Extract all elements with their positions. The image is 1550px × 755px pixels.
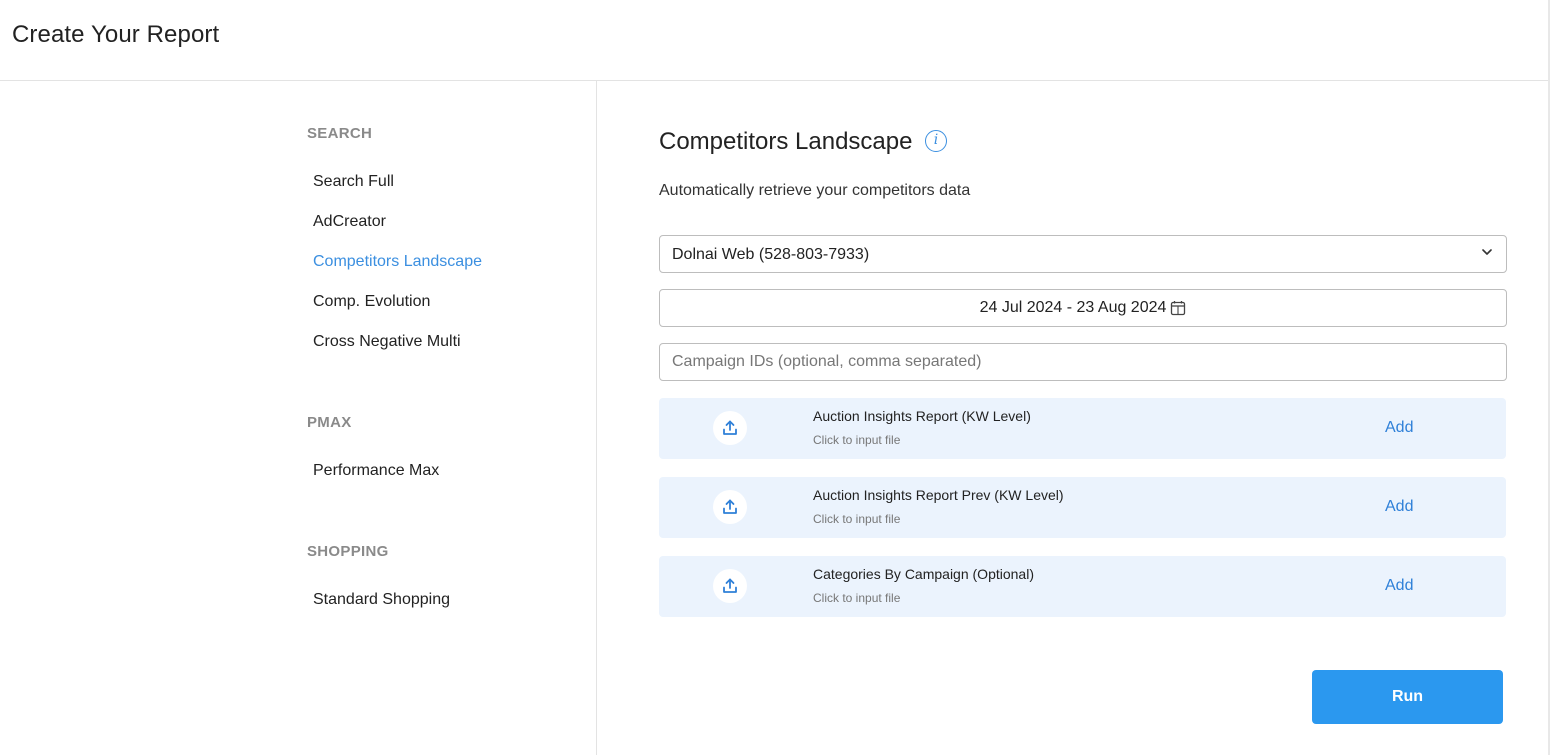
page-title: Create Your Report <box>12 21 220 48</box>
sidebar-item-performance-max[interactable]: Performance Max <box>313 462 439 480</box>
upload-hint[interactable]: Click to input file <box>813 591 900 605</box>
upload-title: Auction Insights Report Prev (KW Level) <box>813 487 1064 503</box>
run-button[interactable]: Run <box>1312 670 1503 724</box>
report-description: Automatically retrieve your competitors … <box>659 182 971 199</box>
section-label-shopping: SHOPPING <box>307 543 389 560</box>
sidebar-item-standard-shopping[interactable]: Standard Shopping <box>313 591 450 609</box>
upload-title: Categories By Campaign (Optional) <box>813 566 1034 582</box>
upload-hint[interactable]: Click to input file <box>813 433 900 447</box>
sidebar-item-comp-evolution[interactable]: Comp. Evolution <box>313 293 430 311</box>
upload-icon <box>723 499 737 514</box>
date-range-value: 24 Jul 2024 - 23 Aug 2024 <box>979 299 1167 316</box>
report-form: Competitors Landscape i Automatically re… <box>597 81 1550 755</box>
account-select-value: Dolnai Web (528-803-7933) <box>672 246 870 263</box>
report-title: Competitors Landscape <box>659 128 913 155</box>
upload-row-auction-insights-prev[interactable]: Auction Insights Report Prev (KW Level) … <box>659 477 1506 538</box>
upload-button[interactable] <box>713 411 747 445</box>
campaign-ids-input[interactable] <box>660 344 1506 380</box>
top-bar: Create Your Report <box>0 0 1550 81</box>
sidebar-item-adcreator[interactable]: AdCreator <box>313 213 386 231</box>
upload-row-categories-by-campaign[interactable]: Categories By Campaign (Optional) Click … <box>659 556 1506 617</box>
add-file-link[interactable]: Add <box>1385 577 1413 595</box>
upload-icon <box>723 420 737 435</box>
upload-icon <box>723 578 737 593</box>
add-file-link[interactable]: Add <box>1385 498 1413 516</box>
info-icon[interactable]: i <box>925 130 947 152</box>
report-type-sidebar: SEARCH Search Full AdCreator Competitors… <box>0 81 596 755</box>
campaign-ids-field[interactable] <box>659 343 1507 381</box>
section-label-pmax: PMAX <box>307 414 352 431</box>
account-select[interactable]: Dolnai Web (528-803-7933) <box>659 235 1507 273</box>
upload-hint[interactable]: Click to input file <box>813 512 900 526</box>
section-label-search: SEARCH <box>307 125 373 142</box>
upload-row-auction-insights[interactable]: Auction Insights Report (KW Level) Click… <box>659 398 1506 459</box>
upload-title: Auction Insights Report (KW Level) <box>813 408 1031 424</box>
upload-button[interactable] <box>713 569 747 603</box>
sidebar-item-cross-negative-multi[interactable]: Cross Negative Multi <box>313 333 461 351</box>
calendar-icon <box>1171 301 1186 316</box>
sidebar-item-competitors-landscape[interactable]: Competitors Landscape <box>313 253 482 271</box>
chevron-down-icon <box>1482 249 1492 255</box>
add-file-link[interactable]: Add <box>1385 419 1413 437</box>
date-range-picker[interactable]: 24 Jul 2024 - 23 Aug 2024 <box>659 289 1507 327</box>
sidebar-item-search-full[interactable]: Search Full <box>313 173 394 191</box>
upload-button[interactable] <box>713 490 747 524</box>
